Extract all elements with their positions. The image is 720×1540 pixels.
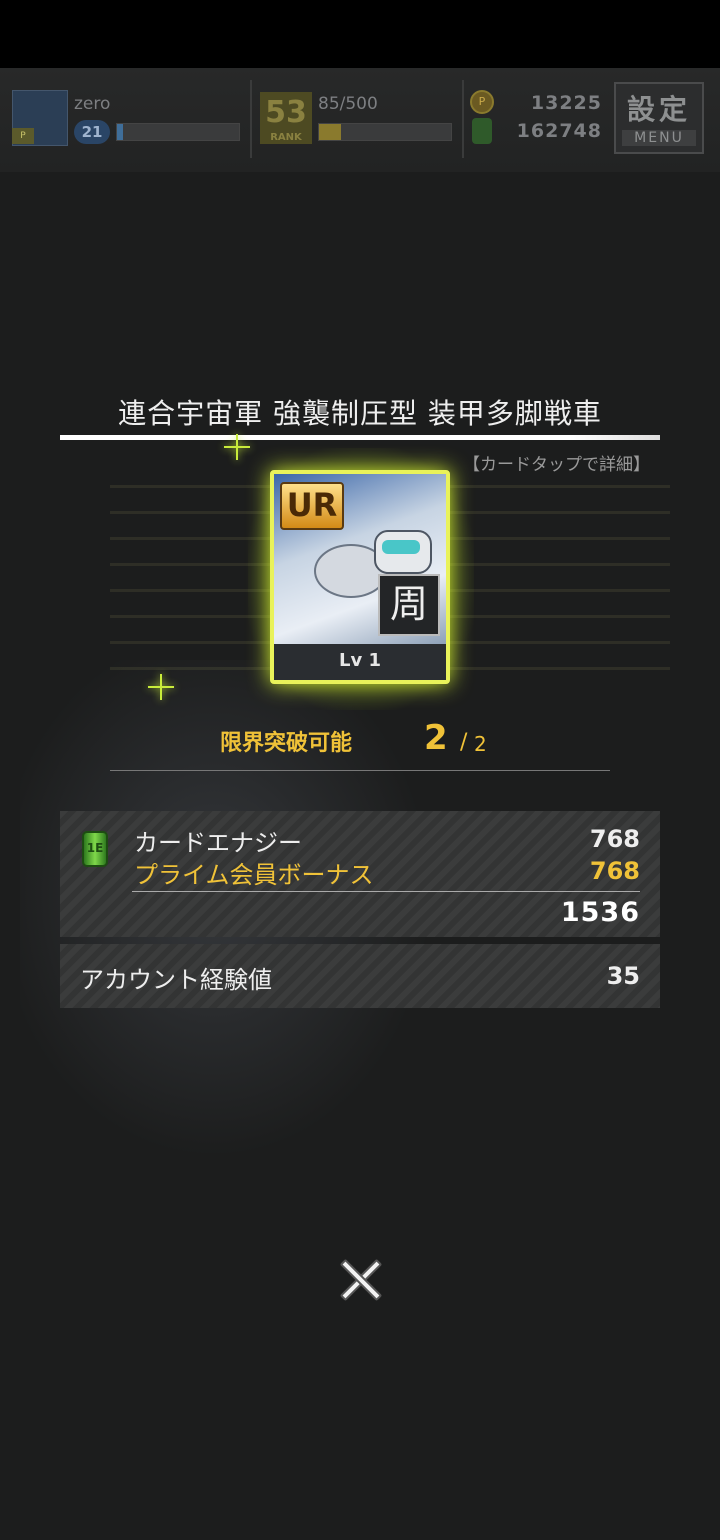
account-exp-label: アカウント経験値 bbox=[80, 966, 272, 994]
sparkle-icon bbox=[224, 434, 250, 460]
energy-reward-panel: 1E カードエナジー 768 プライム会員ボーナス 768 1536 bbox=[60, 811, 660, 937]
close-icon[interactable] bbox=[330, 1250, 390, 1310]
mech-visor bbox=[382, 540, 420, 554]
card-title: 連合宇宙軍 強襲制圧型 装甲多脚戦車 bbox=[118, 397, 602, 430]
player-header bbox=[0, 68, 720, 172]
account-exp-panel: アカウント経験値 35 bbox=[60, 944, 660, 1008]
card-detail-hint: 【カードタップで詳細】 bbox=[463, 455, 650, 475]
card-level: Lv 1 bbox=[274, 644, 446, 680]
card-type-badge: 周 bbox=[378, 574, 440, 636]
account-exp-value: 35 bbox=[606, 962, 640, 990]
circuit-decoration-right bbox=[450, 480, 670, 670]
energy-can-icon bbox=[472, 118, 492, 144]
header-divider bbox=[462, 80, 464, 158]
header-divider bbox=[250, 80, 252, 158]
exp-bar-fill bbox=[117, 124, 124, 140]
prime-bonus-value: 768 bbox=[589, 857, 640, 885]
exp-bar bbox=[116, 123, 240, 141]
username: zero bbox=[74, 94, 111, 114]
rank-value: 53 bbox=[265, 95, 307, 130]
stamina-text: 85/500 bbox=[318, 94, 378, 114]
sparkle-icon bbox=[148, 674, 174, 700]
player-level-badge: 21 bbox=[74, 120, 110, 144]
rarity-badge: UR bbox=[280, 482, 344, 530]
prime-bonus-label: プライム会員ボーナス bbox=[134, 861, 374, 889]
limit-break-max: 2 bbox=[474, 732, 487, 756]
limit-break-divider bbox=[110, 770, 610, 771]
menu-kanji: 設定 bbox=[626, 93, 691, 126]
coin-count: 13225 bbox=[530, 92, 602, 114]
limit-break-current: 2 bbox=[424, 718, 448, 758]
stamina-bar bbox=[318, 123, 452, 141]
reward-card[interactable]: UR 周 Lv 1 bbox=[270, 470, 450, 684]
title-underline bbox=[60, 435, 660, 440]
settings-menu-button[interactable]: 設定 MENU bbox=[614, 82, 704, 154]
limit-break-label: 限界突破可能 bbox=[220, 731, 353, 756]
energy-can-icon: 1E bbox=[82, 831, 108, 867]
status-bar bbox=[0, 0, 720, 68]
card-energy-label: カードエナジー bbox=[134, 829, 302, 857]
coin-icon: P bbox=[470, 90, 494, 114]
menu-label: MENU bbox=[622, 130, 696, 146]
energy-total-value: 1536 bbox=[560, 897, 640, 928]
energy-count: 162748 bbox=[516, 120, 602, 142]
stamina-bar-fill bbox=[319, 124, 342, 140]
card-energy-value: 768 bbox=[589, 825, 640, 853]
limit-break-separator: / bbox=[460, 730, 468, 755]
rank-label: RANK bbox=[270, 132, 302, 143]
sum-divider bbox=[132, 891, 640, 892]
avatar-badge: P bbox=[12, 128, 34, 144]
rank-badge: 53 RANK bbox=[260, 92, 312, 144]
